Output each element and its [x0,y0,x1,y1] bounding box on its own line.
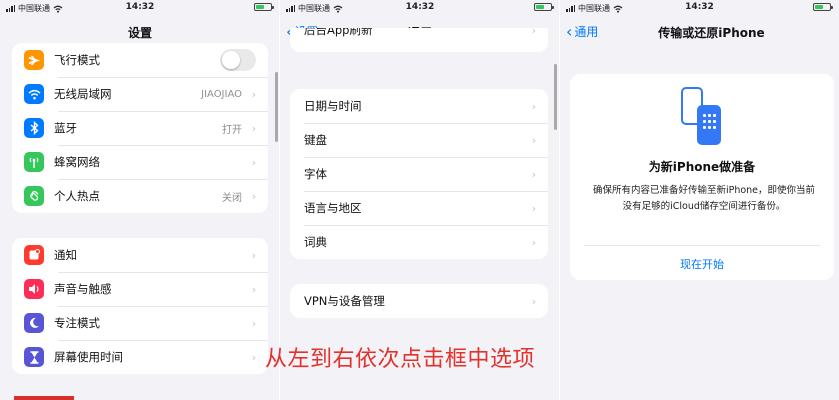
row-label: 蓝牙 [54,121,77,135]
airplane-mode-toggle[interactable] [220,49,256,71]
general-group: 日期与时间 › 键盘 › 字体 › 语言与地区 › 词典 › [290,89,548,259]
status-time: 14:32 [685,2,714,12]
card-description: 确保所有内容已准备好传输至新iPhone，即使你当前没有足够的iCloud储存空… [592,185,816,212]
background-refresh-group: 后台App刷新 › [290,28,548,52]
settings-row[interactable]: 飞行模式 [12,43,268,77]
settings-row[interactable]: 无线局域网 JIAOJIAO › [12,77,268,111]
notifications-group: 通知 › 声音与触感 › 专注模式 › 屏幕使用时间 › [12,238,268,374]
row-background-refresh[interactable]: 后台App刷新 › [290,28,548,42]
chevron-right-icon: › [531,294,537,308]
chevron-right-icon: › [531,235,537,249]
scrollbar[interactable] [275,72,278,142]
chevron-right-icon: › [531,28,537,37]
nav-bar: 设置 [0,16,280,46]
settings-row[interactable]: 日期与时间 › [290,89,548,123]
row-label: 个人热点 [54,189,100,203]
row-label: 日期与时间 [304,99,362,113]
wifi-icon [24,84,44,104]
chevron-right-icon: › [251,282,257,296]
settings-row[interactable]: 字体 › [290,157,548,191]
airplane-icon [24,50,44,70]
page-title: 传输或还原iPhone [658,26,765,40]
row-value: 关闭 [222,192,242,204]
instruction-caption: 从左到右依次点击框中选项 [265,347,536,372]
row-label: 词典 [304,235,327,249]
chevron-right-icon: › [531,167,537,181]
status-bar: 中国联通 14:32 [0,0,280,16]
hotspot-icon [24,186,44,206]
row-value: JIAOJIAO [201,88,242,100]
nav-bar: ‹ 通用 传输或还原iPhone [560,16,839,46]
row-label: 字体 [304,167,327,181]
status-bar: 中国联通 14:32 [280,0,560,16]
chevron-right-icon: › [531,201,537,215]
settings-row[interactable]: 键盘 › [290,123,548,157]
settings-row[interactable]: 蓝牙 打开 › [12,111,268,145]
connectivity-group: 飞行模式无线局域网 JIAOJIAO › 蓝牙 打开 › 蜂窝网络 › 个人热点 关闭 › [12,43,268,213]
row-label: 后台App刷新 [304,28,373,37]
settings-row[interactable]: 个人热点 关闭 › [12,179,268,213]
settings-screen: 中国联通 14:32 设置 飞行模式 无线局域网 JIAOJIAO › 蓝牙 打开 › 蜂窝网… [0,0,280,400]
row-label: VPN与设备管理 [304,294,385,308]
red-marker [14,396,74,400]
row-label: 键盘 [304,133,327,147]
settings-row[interactable]: 蜂窝网络 › [12,145,268,179]
moon-icon [24,313,44,333]
transfer-reset-screen: 中国联通 14:32 ‹ 通用 传输或还原iPhone 为新iPhone做准备 … [560,0,839,400]
row-label: 飞行模式 [54,53,100,67]
settings-row[interactable]: 声音与触感 › [12,272,268,306]
row-label: 语言与地区 [304,201,362,215]
row-label: 声音与触感 [54,282,112,296]
settings-row[interactable]: VPN与设备管理 › [290,284,548,318]
battery-icon [254,3,274,11]
cellular-icon [24,152,44,172]
settings-row[interactable]: 通知 › [12,238,268,272]
row-label: 专注模式 [54,316,100,330]
speaker-icon [24,279,44,299]
chevron-right-icon: › [251,121,257,135]
status-time: 14:32 [405,2,435,12]
settings-row[interactable]: 屏幕使用时间 › [12,340,268,374]
card-title: 为新iPhone做准备 [648,160,756,174]
chevron-right-icon: › [251,189,257,203]
chevron-right-icon: › [251,248,257,262]
status-time: 14:32 [125,2,155,12]
row-label: 蜂窝网络 [54,155,100,169]
settings-row[interactable]: 专注模式 › [12,306,268,340]
general-screen: 中国联通 14:32 ‹ 设置 通用 后台App刷新 › 日期与时间›键盘›字体… [280,0,560,400]
transfer-phones-icon [681,87,721,145]
status-bar: 中国联通 14:32 [560,0,839,16]
chevron-right-icon: › [251,87,257,101]
battery-icon [813,3,833,11]
row-label: 无线局域网 [54,87,112,101]
bluetooth-icon [24,118,44,138]
start-now-button[interactable]: 现在开始 [570,256,834,272]
row-label: 屏幕使用时间 [54,350,123,364]
notification-bell-icon [24,245,44,265]
chevron-right-icon: › [531,99,537,113]
chevron-right-icon: › [251,316,257,330]
settings-row[interactable]: 词典 › [290,225,548,259]
chevron-right-icon: › [251,350,257,364]
scrollbar[interactable] [554,64,557,130]
chevron-right-icon: › [531,133,537,147]
battery-icon [534,3,554,11]
row-label: 通知 [54,248,77,262]
row-value: 打开 [222,124,242,136]
divider [584,245,820,246]
hourglass-icon [24,347,44,367]
page-title: 设置 [127,26,152,40]
chevron-right-icon: › [251,155,257,169]
vpn-group: VPN与设备管理 › [290,284,548,318]
settings-row[interactable]: 语言与地区 › [290,191,548,225]
prepare-new-iphone-card: 为新iPhone做准备 确保所有内容已准备好传输至新iPhone，即使你当前没有… [570,74,834,280]
